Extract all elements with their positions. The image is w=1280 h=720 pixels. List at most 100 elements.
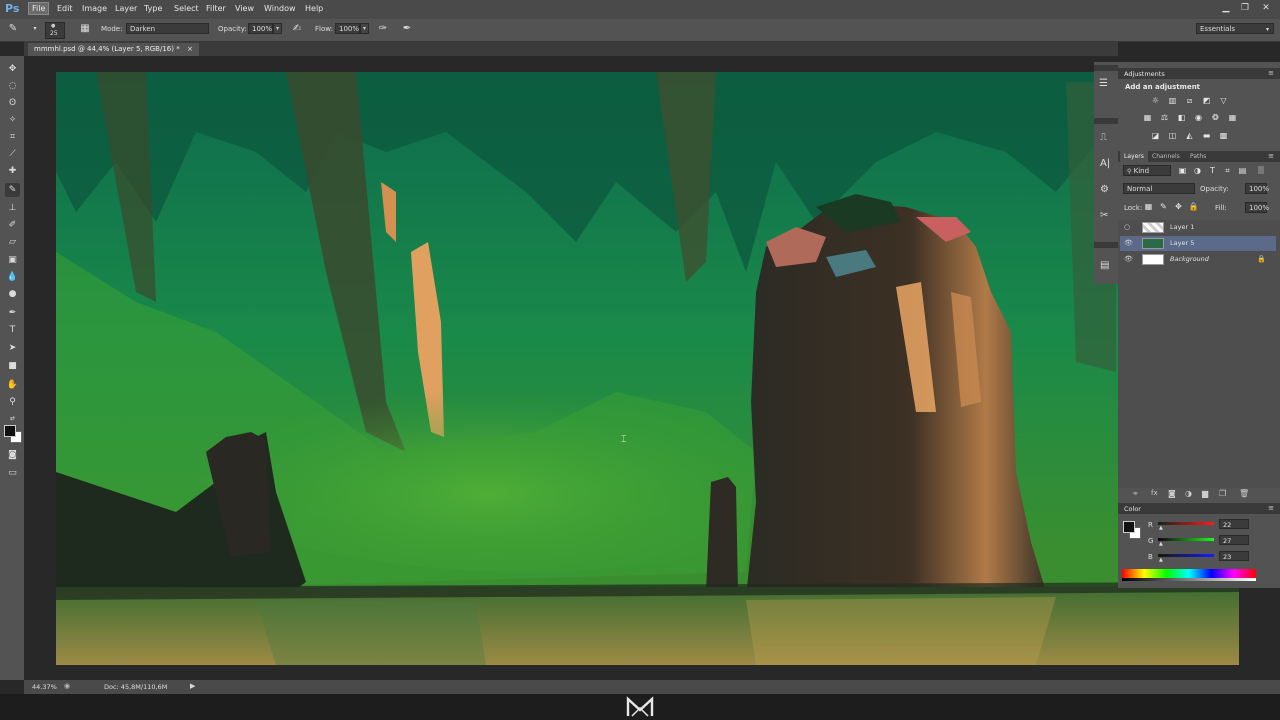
- curves-icon[interactable]: ⧄: [1184, 96, 1195, 106]
- quick-mask-icon[interactable]: ◙: [5, 448, 20, 462]
- filter-shape-icon[interactable]: ⌗: [1222, 166, 1233, 176]
- brush-tool-icon[interactable]: ✎: [5, 183, 20, 197]
- fill-input[interactable]: 100%: [1245, 202, 1269, 213]
- blend-mode-select[interactable]: Normal: [1123, 183, 1195, 194]
- menu-view[interactable]: View: [232, 3, 257, 14]
- eraser-tool-icon[interactable]: ▱: [5, 235, 20, 249]
- color-balance-icon[interactable]: ⚖: [1159, 113, 1170, 123]
- gradient-tool-icon[interactable]: ▣: [5, 253, 20, 267]
- paragraph-panel-icon[interactable]: A|: [1100, 158, 1110, 169]
- photo-filter-icon[interactable]: ◉: [1193, 113, 1204, 123]
- close-icon[interactable]: ✕: [1259, 2, 1273, 14]
- layers-menu-icon[interactable]: ≡: [1268, 152, 1274, 160]
- green-slider[interactable]: [1158, 538, 1214, 541]
- minimize-icon[interactable]: ▁: [1219, 2, 1233, 14]
- workspace-switcher[interactable]: Essentials ▾: [1196, 23, 1274, 34]
- brush-panel-icon[interactable]: ▦: [78, 23, 92, 35]
- painting-canvas[interactable]: [56, 72, 1239, 665]
- path-selection-tool-icon[interactable]: ➤: [5, 341, 20, 355]
- menu-window[interactable]: Window: [261, 3, 299, 14]
- type-tool-icon[interactable]: T: [5, 323, 20, 337]
- menu-type[interactable]: Type: [141, 3, 165, 14]
- menu-image[interactable]: Image: [79, 3, 110, 14]
- dodge-tool-icon[interactable]: ●: [5, 287, 20, 301]
- layer-name[interactable]: Layer 5: [1170, 239, 1194, 247]
- notes-panel-icon[interactable]: ▤: [1100, 260, 1109, 271]
- link-layers-icon[interactable]: ⚭: [1132, 489, 1139, 498]
- menu-help[interactable]: Help: [302, 3, 326, 14]
- panel-menu-icon[interactable]: ≡: [1268, 69, 1274, 77]
- blue-slider-handle[interactable]: ▲: [1159, 557, 1163, 563]
- hand-tool-icon[interactable]: ✋: [5, 378, 20, 392]
- collapse-strip-bar[interactable]: [1094, 65, 1118, 71]
- close-tab-icon[interactable]: ×: [187, 45, 193, 53]
- new-group-icon[interactable]: ▆: [1202, 489, 1208, 498]
- brush-presets-icon[interactable]: ✂: [1100, 210, 1108, 221]
- pen-tool-icon[interactable]: ✒: [5, 306, 20, 320]
- tab-channels[interactable]: Channels: [1152, 153, 1180, 160]
- character-panel-icon[interactable]: ⎍: [1100, 132, 1107, 143]
- layer-opacity-input[interactable]: 100%: [1245, 183, 1269, 194]
- layer-row[interactable]: ○ Layer 1: [1120, 220, 1276, 235]
- filter-pixel-icon[interactable]: ▣: [1177, 166, 1188, 176]
- flow-slider-toggle[interactable]: ▾: [360, 23, 369, 34]
- flow-input[interactable]: 100%: [335, 23, 360, 34]
- black-white-icon[interactable]: ◧: [1176, 113, 1187, 123]
- add-mask-icon[interactable]: ◙: [1168, 489, 1176, 498]
- menu-select[interactable]: Select: [171, 3, 202, 14]
- color-lookup-icon[interactable]: ▦: [1227, 113, 1238, 123]
- layer-filter-kind[interactable]: ⚲ Kind: [1123, 165, 1171, 176]
- color-menu-icon[interactable]: ≡: [1268, 504, 1274, 512]
- invert-icon[interactable]: ◪: [1150, 131, 1161, 141]
- pressure-opacity-icon[interactable]: ✍: [290, 23, 304, 35]
- airbrush-icon[interactable]: ✑: [376, 23, 390, 35]
- tab-paths[interactable]: Paths: [1190, 153, 1206, 160]
- layer-name[interactable]: Background: [1170, 255, 1209, 263]
- history-brush-tool-icon[interactable]: ✐: [5, 218, 20, 232]
- green-value-input[interactable]: 27: [1219, 535, 1249, 545]
- selective-color-icon[interactable]: ▩: [1218, 131, 1229, 141]
- menu-edit[interactable]: Edit: [54, 3, 76, 14]
- green-slider-handle[interactable]: ▲: [1159, 541, 1163, 547]
- fx-icon[interactable]: fx: [1151, 489, 1158, 497]
- filter-adjustment-icon[interactable]: ◑: [1192, 166, 1203, 176]
- lock-image-icon[interactable]: ✎: [1158, 202, 1169, 212]
- filter-smart-icon[interactable]: ▤: [1237, 166, 1248, 176]
- filter-toggle-switch[interactable]: [1258, 166, 1264, 174]
- new-layer-icon[interactable]: ❐: [1219, 489, 1226, 498]
- red-slider[interactable]: [1158, 522, 1214, 525]
- tool-presets-icon[interactable]: ⚙: [1100, 184, 1109, 195]
- brush-size-picker[interactable]: ● 25: [45, 22, 65, 39]
- tab-layers[interactable]: Layers: [1124, 153, 1144, 160]
- brightness-contrast-icon[interactable]: ☼: [1150, 96, 1161, 106]
- foreground-color-swatch[interactable]: [4, 425, 16, 437]
- layer-name[interactable]: Layer 1: [1170, 223, 1194, 231]
- new-adjustment-icon[interactable]: ◑: [1185, 489, 1192, 498]
- blue-slider[interactable]: [1158, 554, 1214, 557]
- eyedropper-tool-icon[interactable]: ⟋: [5, 147, 20, 161]
- mode-select[interactable]: Darken: [126, 23, 209, 34]
- vibrance-icon[interactable]: ▽: [1218, 96, 1229, 106]
- lock-all-icon[interactable]: 🔒: [1188, 202, 1199, 212]
- status-menu-arrow-icon[interactable]: ▶: [190, 682, 195, 690]
- collapse-strip-bar-2[interactable]: [1094, 118, 1118, 124]
- channel-mixer-icon[interactable]: ❂: [1210, 113, 1221, 123]
- grayscale-ramp[interactable]: [1122, 578, 1256, 581]
- lasso-tool-icon[interactable]: ʘ: [5, 96, 20, 110]
- color-spectrum-ramp[interactable]: [1122, 569, 1256, 578]
- exposure-icon[interactable]: ◩: [1201, 96, 1212, 106]
- clone-stamp-tool-icon[interactable]: ⊥: [5, 201, 20, 215]
- red-slider-handle[interactable]: ▲: [1159, 525, 1163, 531]
- threshold-icon[interactable]: ◭: [1184, 131, 1195, 141]
- lock-transparent-icon[interactable]: ▦: [1143, 202, 1154, 212]
- preset-dropdown-icon[interactable]: ▾: [31, 23, 39, 35]
- hue-saturation-icon[interactable]: ▦: [1142, 113, 1153, 123]
- pressure-size-icon[interactable]: ✒: [400, 23, 414, 35]
- healing-brush-tool-icon[interactable]: ✚: [5, 164, 20, 178]
- blur-tool-icon[interactable]: 💧: [5, 270, 20, 284]
- zoom-tool-icon[interactable]: ⚲: [5, 395, 20, 409]
- layer-row[interactable]: 👁 Layer 5: [1120, 236, 1276, 251]
- lock-position-icon[interactable]: ✥: [1173, 202, 1184, 212]
- opacity-slider-toggle[interactable]: ▾: [273, 23, 282, 34]
- blue-value-input[interactable]: 23: [1219, 551, 1249, 561]
